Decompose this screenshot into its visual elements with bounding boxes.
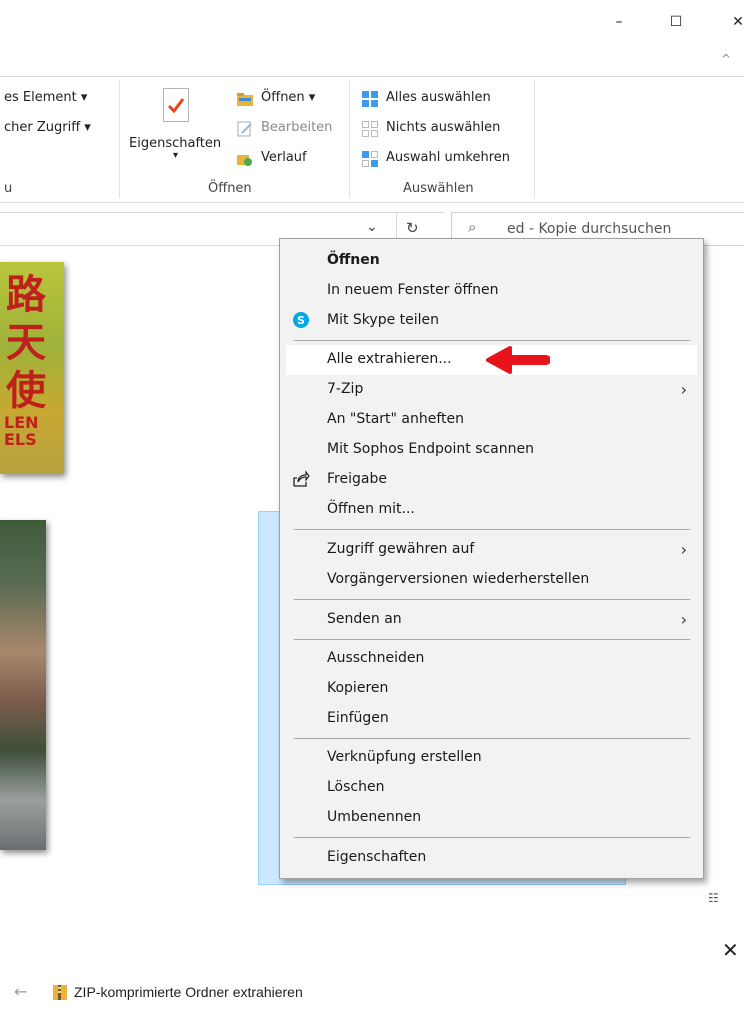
menu-item-label: Eigenschaften — [327, 849, 427, 865]
select-none-button[interactable]: Nichts auswählen — [386, 120, 500, 135]
menu-item-label: Öffnen mit... — [327, 501, 415, 517]
thumbnail-text: ELS — [4, 430, 37, 449]
menu-separator — [294, 837, 690, 838]
invert-selection-button[interactable]: Auswahl umkehren — [386, 150, 510, 165]
properties-icon — [163, 88, 189, 122]
details-view-icon[interactable]: ☷ — [708, 891, 719, 905]
menu-item-create-shortcut[interactable]: Verknüpfung erstellen — [286, 743, 697, 773]
zip-folder-icon — [53, 984, 67, 1001]
select-all-icon — [362, 91, 378, 107]
history-icon — [236, 151, 254, 167]
search-placeholder: ed - Kopie durchsuchen — [507, 221, 672, 237]
thumbnail-text: 使 — [6, 368, 46, 414]
menu-item-label: Ausschneiden — [327, 650, 425, 666]
file-thumbnail[interactable]: 路 天 使 LEN ELS — [0, 262, 64, 474]
menu-item-open[interactable]: Öffnen — [286, 246, 697, 276]
properties-ribbon-button[interactable]: Eigenschaften ▾ — [129, 86, 227, 170]
history-button[interactable]: Verlauf — [261, 150, 307, 165]
edit-button[interactable]: Bearbeiten — [261, 120, 332, 135]
maximize-button[interactable]: ☐ — [664, 14, 688, 34]
menu-item-rename[interactable]: Umbenennen — [286, 803, 697, 833]
menu-item-label: Alle extrahieren... — [327, 351, 452, 367]
menu-item-label: Löschen — [327, 779, 385, 795]
edit-icon — [236, 120, 254, 138]
menu-item-share[interactable]: Freigabe — [286, 465, 697, 495]
checkmark-icon — [167, 98, 185, 114]
ribbon-partial-item[interactable]: es Element ▾ — [4, 90, 87, 105]
share-icon — [292, 470, 310, 488]
menu-item-pin-start[interactable]: An "Start" anheften — [286, 405, 697, 435]
select-group-label: Auswählen — [403, 181, 474, 196]
menu-separator — [294, 599, 690, 600]
open-button[interactable]: Öffnen ▾ — [261, 90, 315, 105]
menu-separator — [294, 639, 690, 640]
menu-item-give-access[interactable]: Zugriff gewähren auf › — [286, 535, 697, 565]
svg-text:S: S — [297, 314, 305, 327]
dialog-title: ZIP-komprimierte Ordner extrahieren — [74, 984, 303, 1000]
menu-item-copy[interactable]: Kopieren — [286, 674, 697, 704]
close-button[interactable]: ✕ — [726, 14, 744, 34]
file-thumbnail[interactable] — [0, 520, 46, 850]
menu-item-label: Verknüpfung erstellen — [327, 749, 482, 765]
menu-item-skype[interactable]: S Mit Skype teilen — [286, 306, 697, 336]
ribbon-collapse-button[interactable]: ^ — [714, 52, 738, 72]
open-folder-icon — [236, 91, 254, 107]
red-arrow-annotation — [480, 346, 551, 374]
ribbon-separator — [119, 80, 120, 198]
menu-item-restore-previous[interactable]: Vorgängerversionen wiederherstellen — [286, 565, 697, 595]
menu-item-label: Mit Sophos Endpoint scannen — [327, 441, 534, 457]
menu-item-extract-all[interactable]: Alle extrahieren... — [286, 345, 697, 375]
menu-item-label: An "Start" anheften — [327, 411, 465, 427]
menu-item-label: Freigabe — [327, 471, 387, 487]
menu-item-label: Umbenennen — [327, 809, 422, 825]
menu-item-paste[interactable]: Einfügen — [286, 704, 697, 734]
menu-item-label: 7-Zip — [327, 381, 364, 397]
context-menu: Öffnen In neuem Fenster öffnen S Mit Sky… — [279, 238, 704, 879]
select-all-button[interactable]: Alles auswählen — [386, 90, 491, 105]
menu-item-open-new-window[interactable]: In neuem Fenster öffnen — [286, 276, 697, 306]
menu-item-label: Senden an — [327, 611, 402, 627]
refresh-icon[interactable]: ↻ — [406, 219, 419, 237]
menu-item-open-with[interactable]: Öffnen mit... — [286, 495, 697, 525]
menu-item-delete[interactable]: Löschen — [286, 773, 697, 803]
dialog-header: ← ZIP-komprimierte Ordner extrahieren — [0, 975, 744, 1010]
dialog-close-button[interactable]: ✕ — [722, 938, 739, 962]
menu-item-properties[interactable]: Eigenschaften — [286, 843, 697, 873]
menu-item-send-to[interactable]: Senden an › — [286, 605, 697, 635]
menu-separator — [294, 529, 690, 530]
menu-item-label: Kopieren — [327, 680, 389, 696]
chevron-right-icon: › — [680, 540, 687, 559]
back-arrow-icon[interactable]: ← — [14, 982, 27, 1001]
minimize-button[interactable]: – — [607, 14, 631, 34]
menu-item-label: Mit Skype teilen — [327, 312, 440, 328]
ribbon-separator — [534, 80, 535, 198]
chevron-right-icon: › — [680, 380, 687, 399]
menu-item-cut[interactable]: Ausschneiden — [286, 644, 697, 674]
select-none-icon — [362, 121, 378, 137]
invert-selection-icon — [362, 151, 378, 167]
menu-separator — [294, 738, 690, 739]
chevron-down-icon: ▾ — [173, 150, 179, 161]
menu-item-sophos[interactable]: Mit Sophos Endpoint scannen — [286, 435, 697, 465]
menu-item-7zip[interactable]: 7-Zip › — [286, 375, 697, 405]
menu-item-label: Vorgängerversionen wiederherstellen — [327, 571, 590, 587]
properties-label: Eigenschaften — [129, 136, 222, 151]
ribbon-partial-item[interactable]: cher Zugriff ▾ — [4, 120, 91, 135]
ribbon-separator — [349, 80, 350, 198]
menu-item-label: In neuem Fenster öffnen — [327, 282, 499, 298]
menu-item-label: Zugriff gewähren auf — [327, 541, 475, 557]
search-icon: ⌕ — [468, 218, 477, 236]
chevron-right-icon: › — [680, 610, 687, 629]
menu-item-label: Einfügen — [327, 710, 389, 726]
open-group-label: Öffnen — [208, 181, 252, 196]
ribbon-group-label: u — [4, 181, 13, 196]
address-dropdown-icon[interactable]: ⌄ — [366, 219, 378, 235]
menu-item-label: Öffnen — [327, 252, 380, 268]
skype-icon: S — [292, 311, 310, 329]
menu-separator — [294, 340, 690, 341]
